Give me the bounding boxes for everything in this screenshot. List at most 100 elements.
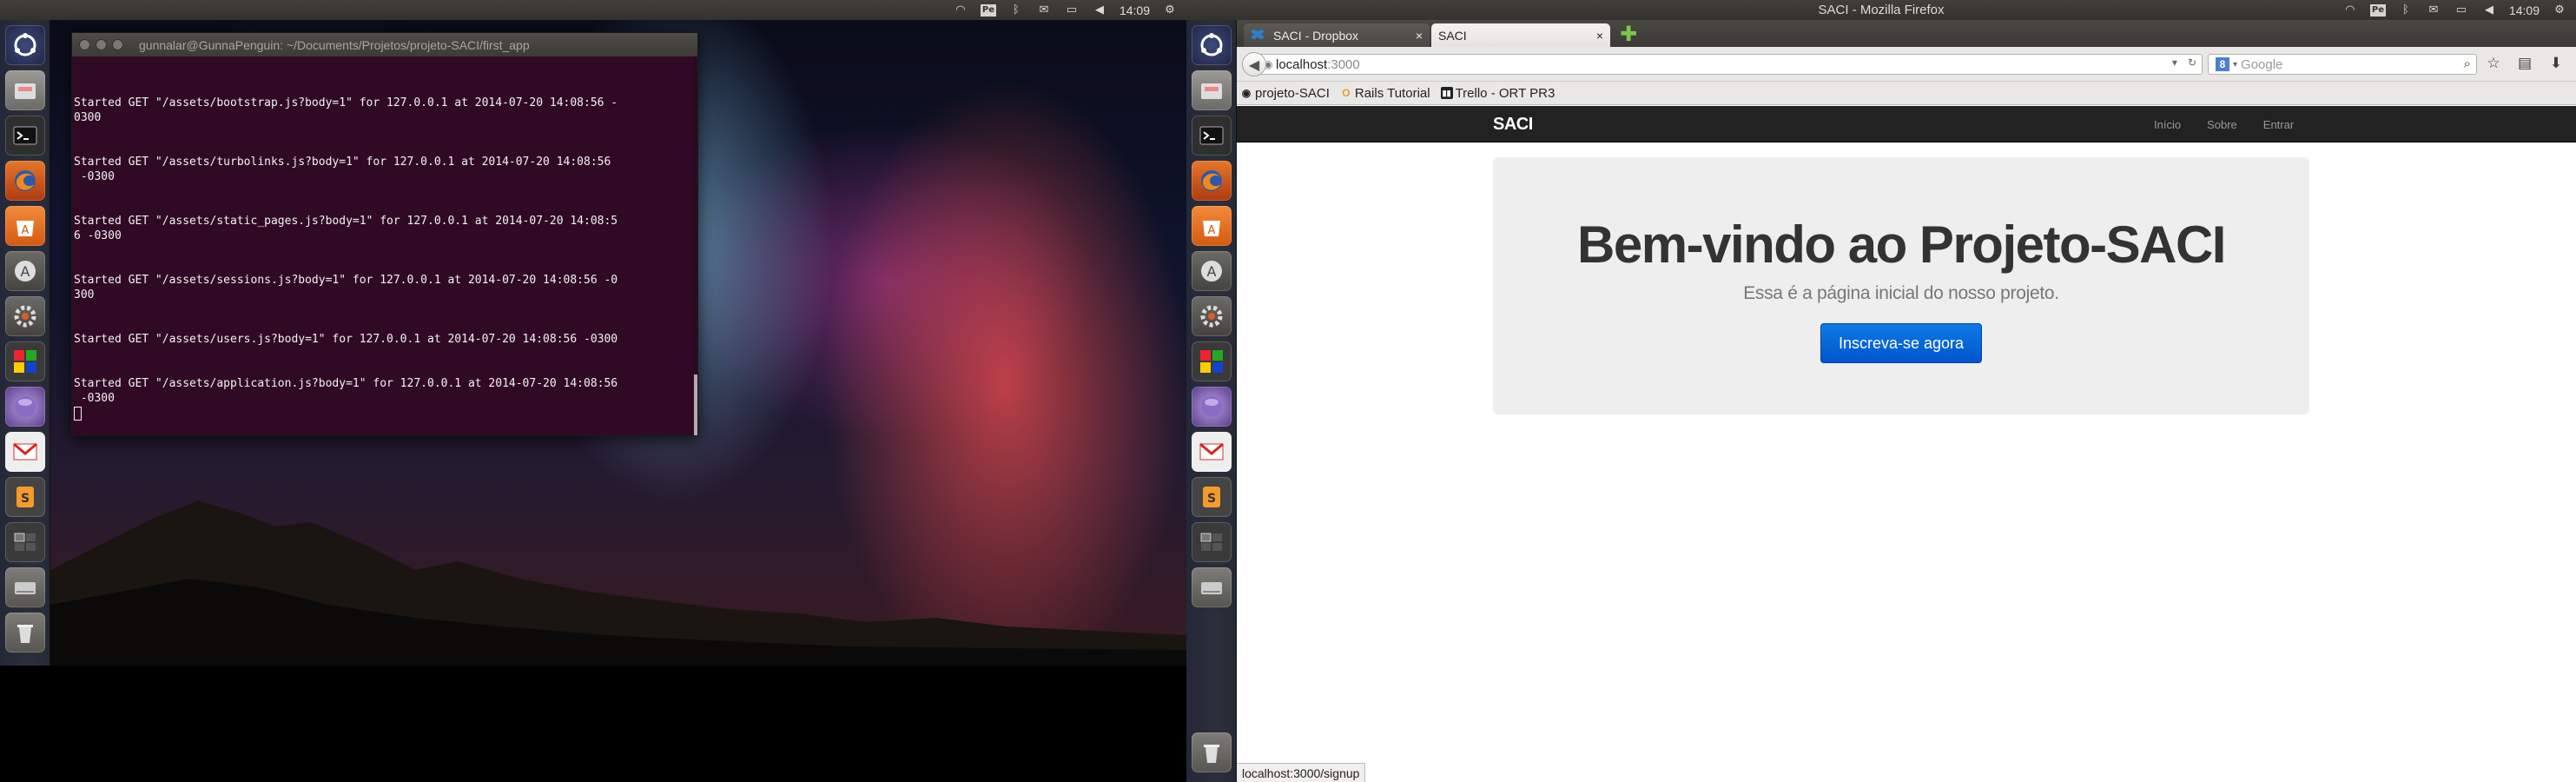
bluetooth-icon[interactable]: ᛒ xyxy=(2398,3,2414,17)
site-nav-links: Início Sobre Entrar xyxy=(2154,106,2294,142)
system-tray-left: ◠ Pe ᛒ ✉ ▭ ◀ 14:09 ⚙ xyxy=(953,0,1178,20)
drive-icon[interactable] xyxy=(1192,567,1232,607)
firefox-icon[interactable] xyxy=(5,161,45,201)
files-icon[interactable] xyxy=(1192,70,1232,110)
bookmark-star-icon[interactable]: ☆ xyxy=(2484,54,2503,73)
close-tab-button[interactable]: × xyxy=(1416,29,1423,43)
trash-icon[interactable] xyxy=(1192,732,1232,772)
terminal-icon[interactable] xyxy=(5,116,45,156)
url-bar[interactable]: ◉ localhost:3000 ▾ ↻ xyxy=(1259,54,2203,75)
bookmarks-menu-icon[interactable]: ▤ xyxy=(2515,54,2534,73)
battery-icon[interactable]: ▭ xyxy=(1064,3,1080,17)
volume-icon[interactable]: ◀ xyxy=(2481,3,2497,17)
gear-icon[interactable]: ⚙ xyxy=(1162,3,1178,17)
terminal-window[interactable]: gunnalar@GunnaPenguin: ~/Documents/Proje… xyxy=(71,32,698,436)
back-arrow-icon: ◀ xyxy=(1248,56,1260,73)
orb-app-icon[interactable] xyxy=(5,387,45,427)
new-tab-button[interactable]: ✚ xyxy=(1619,23,1638,44)
office-apps-icon[interactable] xyxy=(5,341,45,381)
orb-app-icon[interactable] xyxy=(1192,387,1232,427)
system-settings-icon[interactable] xyxy=(1192,296,1232,336)
tab-saci-dropbox[interactable]: SACI - Dropbox × xyxy=(1244,23,1430,47)
minimize-window-button[interactable] xyxy=(96,39,107,50)
workspace-switcher-icon[interactable] xyxy=(1192,522,1232,562)
bookmark-rails-tutorial[interactable]: O Rails Tutorial xyxy=(1340,86,1430,101)
clock[interactable]: 14:09 xyxy=(2509,3,2540,17)
bluetooth-icon[interactable]: ᛒ xyxy=(1008,3,1024,17)
svg-text:A: A xyxy=(1207,263,1217,280)
terminal-titlebar[interactable]: gunnalar@GunnaPenguin: ~/Documents/Proje… xyxy=(72,33,697,56)
terminal-line: Started GET "/assets/users.js?body=1" fo… xyxy=(74,333,618,346)
svg-text:A: A xyxy=(22,224,30,237)
trash-icon[interactable] xyxy=(5,613,45,653)
mountain-silhouette xyxy=(50,500,1186,666)
update-manager-icon[interactable]: A xyxy=(5,251,45,291)
nav-link-inicio[interactable]: Início xyxy=(2154,118,2181,131)
maximize-window-button[interactable] xyxy=(112,39,123,50)
software-center-icon[interactable]: A xyxy=(1192,206,1232,246)
wifi-icon[interactable]: ◠ xyxy=(2342,3,2358,17)
terminal-title: gunnalar@GunnaPenguin: ~/Documents/Proje… xyxy=(139,37,530,52)
gear-icon[interactable]: ⚙ xyxy=(2552,3,2567,17)
software-center-icon[interactable]: A xyxy=(5,206,45,246)
wifi-icon[interactable]: ◠ xyxy=(953,3,968,17)
drive-icon[interactable] xyxy=(5,567,45,607)
workspace-switcher-icon[interactable] xyxy=(5,522,45,562)
sublime-text-icon[interactable]: S xyxy=(5,477,45,517)
svg-text:A: A xyxy=(21,263,30,280)
system-settings-icon[interactable] xyxy=(5,296,45,336)
gmail-icon[interactable] xyxy=(5,432,45,472)
files-icon[interactable] xyxy=(5,70,45,110)
bookmark-trello[interactable]: ▮▮ Trello - ORT PR3 xyxy=(1440,85,1556,101)
url-port: :3000 xyxy=(1327,56,1360,72)
terminal-prompt[interactable] xyxy=(74,406,696,421)
search-placeholder: Google xyxy=(2241,56,2283,72)
signup-button[interactable]: Inscreva-se agora xyxy=(1820,323,1982,363)
reload-icon[interactable]: ↻ xyxy=(2188,56,2196,69)
site-brand-link[interactable]: SACI xyxy=(1493,106,1533,142)
terminal-scrollbar[interactable] xyxy=(694,56,697,435)
nav-link-sobre[interactable]: Sobre xyxy=(2207,118,2237,131)
clock[interactable]: 14:09 xyxy=(1120,3,1150,17)
active-window-title: SACI - Mozilla Firefox xyxy=(1818,3,1945,17)
search-engine-icon[interactable]: 8 xyxy=(2216,57,2229,71)
trello-icon: ▮▮ xyxy=(1440,87,1453,99)
search-engine-dropdown-icon[interactable]: ▾ xyxy=(2233,60,2237,70)
terminal-scroll-thumb[interactable] xyxy=(694,374,697,435)
dash-home-icon[interactable] xyxy=(5,25,45,65)
railstutorial-icon: O xyxy=(1342,87,1351,99)
system-tray-right: ◠ Pe ᛒ ✉ ▭ ◀ 14:09 ⚙ xyxy=(2342,0,2567,20)
mail-icon[interactable]: ✉ xyxy=(2426,3,2441,17)
update-manager-icon[interactable]: A xyxy=(1192,251,1232,291)
firefox-icon[interactable] xyxy=(1192,161,1232,201)
search-icon[interactable]: ⌕ xyxy=(2464,56,2471,71)
close-window-button[interactable] xyxy=(79,39,90,50)
office-apps-icon[interactable] xyxy=(1192,341,1232,381)
volume-icon[interactable]: ◀ xyxy=(1092,3,1107,17)
bookmark-projeto-saci[interactable]: ◉ projeto-SACI xyxy=(1240,86,1330,101)
terminal-icon[interactable] xyxy=(1192,116,1232,156)
battery-icon[interactable]: ▭ xyxy=(2454,3,2469,17)
tab-saci[interactable]: SACI × xyxy=(1431,23,1610,47)
bookmark-label: Trello - ORT PR3 xyxy=(1455,85,1556,101)
mail-icon[interactable]: ✉ xyxy=(1036,3,1052,17)
gmail-icon[interactable] xyxy=(1192,432,1232,472)
pe-icon[interactable]: Pe xyxy=(2369,3,2386,17)
back-button[interactable]: ◀ xyxy=(1242,52,1266,76)
desktop-unused-area xyxy=(50,666,1186,782)
close-tab-button[interactable]: × xyxy=(1596,29,1603,43)
nav-link-entrar[interactable]: Entrar xyxy=(2263,118,2294,131)
top-panel-left: ◠ Pe ᛒ ✉ ▭ ◀ 14:09 ⚙ xyxy=(0,0,1186,20)
downloads-icon[interactable]: ⬇ xyxy=(2546,54,2566,73)
terminal-output[interactable]: Started GET "/assets/bootstrap.js?body=1… xyxy=(72,56,697,435)
sublime-text-icon[interactable]: S xyxy=(1192,477,1232,517)
search-bar[interactable]: 8 ▾ Google ⌕ xyxy=(2208,54,2477,75)
history-dropdown-icon[interactable]: ▾ xyxy=(2172,56,2177,69)
pe-icon[interactable]: Pe xyxy=(980,3,996,17)
dash-home-icon[interactable] xyxy=(1192,25,1232,65)
status-bar: localhost:3000/signup xyxy=(1237,763,1366,782)
